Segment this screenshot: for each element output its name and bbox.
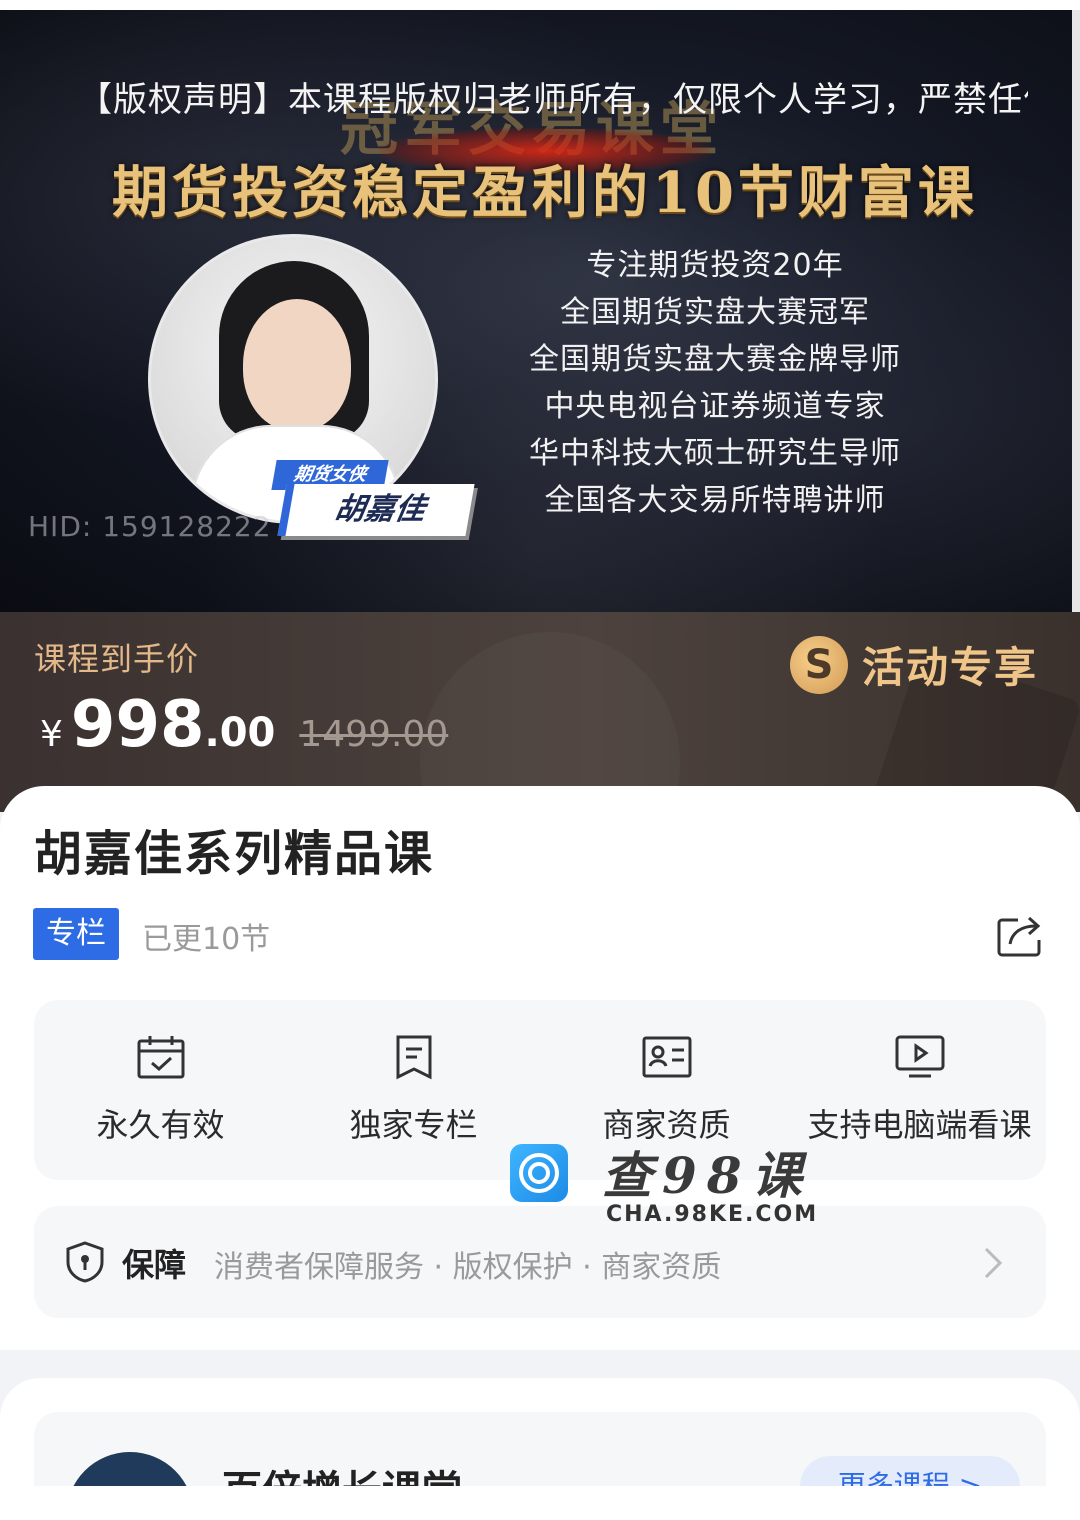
feature-label: 支持电脑端看课 — [807, 1106, 1032, 1144]
copyright-notice: 【版权声明】本课程版权归老师所有，仅限个人学习，严禁任何刑 — [78, 80, 1028, 120]
credential-item: 专注期货投资20年 — [586, 248, 844, 283]
credential-item: 全国各大交易所特聘讲师 — [544, 483, 886, 518]
credential-item: 全国期货实盘大赛冠军 — [560, 295, 870, 330]
watermark-text: 查98课 — [602, 1146, 812, 1205]
banner-main-title: 期货投资稳定盈利的10节财富课 — [112, 160, 978, 226]
promo-text: 活动专享 — [862, 643, 1039, 692]
promo-badge: S 活动专享 — [790, 634, 1038, 695]
watermark-logo-icon — [510, 1144, 568, 1202]
price-decimal: .00 — [204, 710, 276, 756]
guarantee-row[interactable]: 保障 消费者保障服务 · 版权保护 · 商家资质 — [34, 1206, 1046, 1318]
promo-logo-icon: S — [790, 635, 848, 694]
price-row: ¥ 998 .00 1499.00 — [40, 688, 448, 762]
feature-pc: 支持电脑端看课 — [793, 1000, 1046, 1180]
shield-icon — [66, 1241, 104, 1283]
update-count: 已更10节 — [142, 922, 271, 957]
monitor-play-icon — [895, 1035, 944, 1078]
id-card-icon — [642, 1036, 691, 1078]
watermark-url: CHA.98KE.COM — [606, 1202, 819, 1227]
guarantee-title: 保障 — [122, 1246, 187, 1284]
currency-symbol: ¥ — [40, 714, 63, 755]
feature-label: 永久有效 — [96, 1106, 225, 1144]
credential-item: 中央电视台证券频道专家 — [544, 389, 886, 424]
share-icon[interactable] — [996, 912, 1046, 958]
teacher-name-tag: 胡嘉佳 — [277, 484, 475, 536]
feature-exclusive: 独家专栏 — [287, 1000, 540, 1180]
price-strip: 课程到手价 ¥ 998 .00 1499.00 S 活动专享 — [0, 612, 1080, 812]
feature-permanent: 永久有效 — [34, 1000, 287, 1180]
teacher-credentials: 专注期货投资20年 全国期货实盘大赛冠军 全国期货实盘大赛金牌导师 中央电视台证… — [500, 242, 930, 524]
course-banner: 冠军交易课堂 【版权声明】本课程版权归老师所有，仅限个人学习，严禁任何刑 期货投… — [0, 0, 1080, 612]
credential-item: 全国期货实盘大赛金牌导师 — [529, 342, 901, 377]
column-tag: 专栏 — [33, 908, 119, 960]
feature-label: 独家专栏 — [349, 1106, 478, 1144]
course-info-card: 胡嘉佳系列精品课 专栏 已更10节 永久有效 独家专栏 商家资质 支持电脑端看课… — [0, 786, 1080, 1350]
bookmark-doc-icon — [396, 1035, 431, 1080]
price-integer: 998 — [70, 688, 205, 762]
bottom-crop — [0, 1486, 1080, 1520]
original-price: 1499.00 — [299, 714, 449, 755]
price-label: 课程到手价 — [34, 640, 200, 678]
calendar-check-icon — [137, 1036, 184, 1079]
chevron-right-icon — [984, 1247, 1003, 1279]
guarantee-items: 消费者保障服务 · 版权保护 · 商家资质 — [214, 1250, 722, 1285]
course-title: 胡嘉佳系列精品课 — [34, 826, 435, 882]
credential-item: 华中科技大硕士研究生导师 — [529, 436, 901, 471]
hid-watermark: HID: 159128222 — [28, 510, 272, 543]
